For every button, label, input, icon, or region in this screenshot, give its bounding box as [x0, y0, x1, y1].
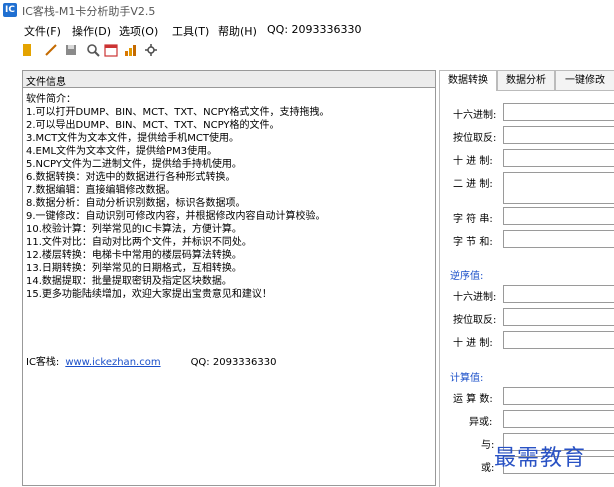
menu-options[interactable]: 选项(O)	[119, 23, 158, 39]
site-label: IC客栈:	[26, 357, 60, 368]
save-icon[interactable]	[64, 43, 78, 57]
window-title: IC客栈-M1卡分析助手V2.5	[22, 5, 156, 18]
intro-line: 5.NCPY文件为二进制文件，提供给手持机使用。	[26, 159, 242, 170]
intro-line: 6.数据转换：对选中的数据进行各种形式转换。	[26, 172, 236, 183]
reverse-decimal-input[interactable]	[503, 331, 614, 349]
binary-label: 二 进 制:	[453, 179, 493, 190]
binary-input[interactable]	[503, 172, 614, 204]
intro-line: 3.MCT文件为文本文件，提供给手机MCT使用。	[26, 133, 239, 144]
tool-panel: 数据转换 数据分析 一键修改 十六进制: 按位取反: 十 进 制: 二 进 制:…	[439, 70, 614, 487]
intro-line: 13.日期转换：列举常见的日期格式，互相转换。	[26, 263, 242, 274]
menu-file[interactable]: 文件(F)	[24, 23, 61, 39]
intro-title: 软件简介：	[26, 94, 76, 105]
menu-operation[interactable]: 操作(D)	[72, 23, 111, 39]
reverse-section-title: 逆序值:	[450, 271, 484, 282]
intro-line: 14.数据提取：批量提取密钥及指定区块数据。	[26, 276, 232, 287]
tab-strip: 数据转换 数据分析 一键修改	[439, 70, 614, 91]
menu-bar: 文件(F) 操作(D) 选项(O) 工具(T) 帮助(H) QQ: 209333…	[0, 22, 614, 40]
menu-help[interactable]: 帮助(H)	[218, 23, 257, 39]
reverse-hex-label: 十六进制:	[453, 292, 497, 303]
intro-line: 8.数据分析：自动分析识别数据，标识各数据项。	[26, 198, 246, 209]
byte-sum-input[interactable]	[503, 230, 614, 248]
calc-section-title: 计算值:	[450, 373, 484, 384]
intro-line: 7.数据编辑：直接编辑修改数据。	[26, 185, 176, 196]
app-logo-icon: IC	[3, 3, 17, 17]
string-input[interactable]	[503, 207, 614, 225]
byte-sum-label: 字 节 和:	[453, 237, 493, 248]
qq-number: QQ: 2093336330	[190, 357, 277, 368]
operand-input[interactable]	[503, 387, 614, 405]
intro-line: 1.可以打开DUMP、BIN、MCT、TXT、NCPY格式文件，支持拖拽。	[26, 107, 330, 118]
intro-line: 2.可以导出DUMP、BIN、MCT、TXT、NCPY格的文件。	[26, 120, 280, 131]
reverse-hex-input[interactable]	[503, 285, 614, 303]
decimal-label: 十 进 制:	[453, 156, 493, 167]
edit-icon[interactable]	[44, 43, 58, 57]
bitwise-not-input[interactable]	[503, 126, 614, 144]
decimal-input[interactable]	[503, 149, 614, 167]
xor-input[interactable]	[503, 410, 614, 428]
hex-label: 十六进制:	[453, 110, 497, 121]
tab-one-click-modify[interactable]: 一键修改	[555, 70, 614, 90]
chart-icon[interactable]	[124, 43, 138, 57]
reverse-not-label: 按位取反:	[453, 315, 497, 326]
reverse-decimal-label: 十 进 制:	[453, 338, 493, 349]
intro-line: 12.楼层转换：电梯卡中常用的楼层码算法转换。	[26, 250, 242, 261]
watermark: 最需教育	[494, 446, 587, 471]
tab-data-analysis[interactable]: 数据分析	[497, 70, 555, 90]
open-icon[interactable]	[20, 43, 34, 57]
intro-line: 4.EML文件为文本文件，提供给PM3使用。	[26, 146, 218, 157]
string-label: 字 符 串:	[453, 214, 493, 225]
settings-icon[interactable]	[144, 43, 158, 57]
search-icon[interactable]	[86, 43, 100, 57]
panel-header-title: 文件信息	[26, 77, 66, 88]
hex-input[interactable]	[503, 103, 614, 121]
panel-header: 文件信息	[23, 71, 435, 88]
xor-label: 异或:	[469, 417, 493, 428]
toolbar	[0, 40, 614, 60]
intro-line: 15.更多功能陆续增加，欢迎大家提出宝贵意见和建议！	[26, 289, 272, 300]
menu-tools[interactable]: 工具(T)	[172, 23, 209, 39]
calendar-icon[interactable]	[104, 43, 118, 57]
operand-label: 运 算 数:	[453, 394, 493, 405]
intro-line: 10.校验计算：列举常见的IC卡算法，方便计算。	[26, 224, 242, 235]
site-link[interactable]: www.ickezhan.com	[65, 357, 160, 368]
intro-line: 11.文件对比：自动对比两个文件，并标识不同处。	[26, 237, 252, 248]
convert-form: 十六进制: 按位取反: 十 进 制: 二 进 制: 字 符 串: 字 节 和: …	[439, 91, 614, 487]
contact-line: IC客栈: www.ickezhan.com QQ: 2093336330	[26, 353, 276, 368]
tab-data-convert[interactable]: 数据转换	[439, 70, 497, 91]
intro-text: 软件简介： 1.可以打开DUMP、BIN、MCT、TXT、NCPY格式文件，支持…	[26, 93, 430, 301]
reverse-not-input[interactable]	[503, 308, 614, 326]
menu-qq: QQ: 2093336330	[267, 23, 362, 36]
title-bar: IC IC客栈-M1卡分析助手V2.5	[0, 0, 614, 20]
and-label: 与:	[481, 440, 495, 451]
intro-line: 9.一键修改：自动识别可修改内容，并根据修改内容自动计算校验。	[26, 211, 326, 222]
or-label: 或:	[481, 463, 495, 474]
file-info-panel: 文件信息 软件简介： 1.可以打开DUMP、BIN、MCT、TXT、NCPY格式…	[22, 70, 436, 486]
bitwise-not-label: 按位取反:	[453, 133, 497, 144]
